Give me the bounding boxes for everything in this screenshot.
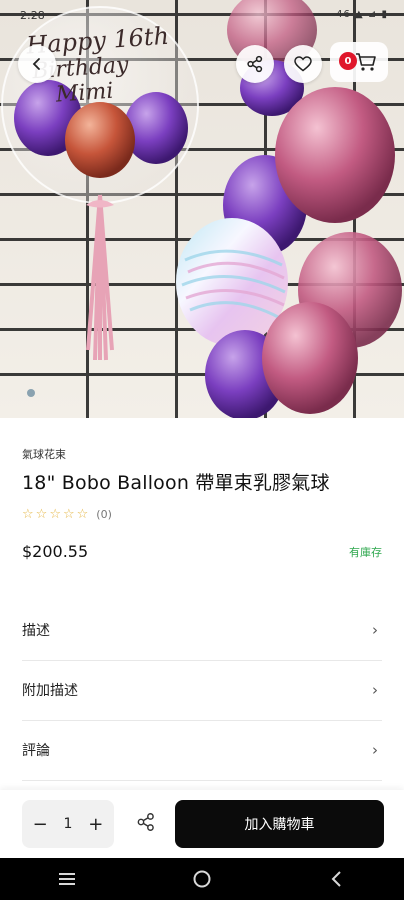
home-button[interactable] <box>172 869 232 889</box>
share-icon <box>137 813 154 831</box>
cart-count-badge: 0 <box>339 52 357 70</box>
rating[interactable]: ☆ ☆ ☆ ☆ ☆ (0) <box>22 507 112 522</box>
section-reviews[interactable]: 評論 › <box>22 720 382 781</box>
quantity-stepper: − 1 + <box>22 800 114 848</box>
menu-lines-icon <box>59 873 76 885</box>
star-icon: ☆ <box>49 507 61 522</box>
add-to-cart-button[interactable]: 加入購物車 <box>175 800 384 848</box>
heart-icon <box>294 56 312 72</box>
star-icon: ☆ <box>62 507 75 522</box>
star-icon: ☆ <box>76 507 89 522</box>
share-product-button[interactable] <box>136 812 156 836</box>
recents-button[interactable] <box>37 871 97 887</box>
section-description[interactable]: 描述 › <box>22 600 382 661</box>
product-category[interactable]: 氣球花束 <box>22 446 66 462</box>
system-navigation-bar <box>0 858 404 900</box>
chevron-right-icon: › <box>372 681 378 699</box>
system-back-button[interactable] <box>307 870 367 888</box>
product-price: $200.55 <box>22 542 89 561</box>
cart-icon <box>356 53 376 71</box>
stock-status: 有庫存 <box>349 546 382 559</box>
status-time: 2:28 <box>20 9 45 22</box>
cart-button[interactable]: 0 <box>330 42 388 82</box>
decrease-quantity-button[interactable]: − <box>27 814 53 835</box>
section-label: 附加描述 <box>22 683 78 699</box>
image-pager-dot-active[interactable] <box>27 389 35 397</box>
star-icon: ☆ <box>22 507 34 522</box>
star-icon: ☆ <box>35 507 48 522</box>
product-image[interactable]: Happy 16th Birthday Mimi 2:28 46 ▲ ⊿ ▮ 0 <box>0 0 404 418</box>
purchase-bar: − 1 + 加入購物車 <box>0 790 404 858</box>
chevron-left-icon <box>331 871 341 887</box>
home-circle-icon <box>193 870 211 888</box>
status-icons: 46 ▲ ⊿ ▮ <box>336 9 388 20</box>
status-bar: 2:28 46 ▲ ⊿ ▮ <box>0 0 404 30</box>
back-button[interactable] <box>18 45 56 83</box>
review-count: (0) <box>96 508 112 521</box>
quantity-value[interactable]: 1 <box>64 816 73 832</box>
share-icon <box>247 55 263 73</box>
section-label: 評論 <box>22 743 50 759</box>
chevron-right-icon: › <box>372 741 378 759</box>
favorite-button[interactable] <box>284 45 322 83</box>
chevron-right-icon: › <box>372 621 378 639</box>
section-additional-description[interactable]: 附加描述 › <box>22 660 382 721</box>
increase-quantity-button[interactable]: + <box>83 814 109 835</box>
section-label: 描述 <box>22 623 50 639</box>
share-button[interactable] <box>236 45 274 83</box>
product-title: 18" Bobo Balloon 帶單束乳膠氣球 <box>22 472 330 494</box>
chevron-left-icon <box>32 58 40 70</box>
